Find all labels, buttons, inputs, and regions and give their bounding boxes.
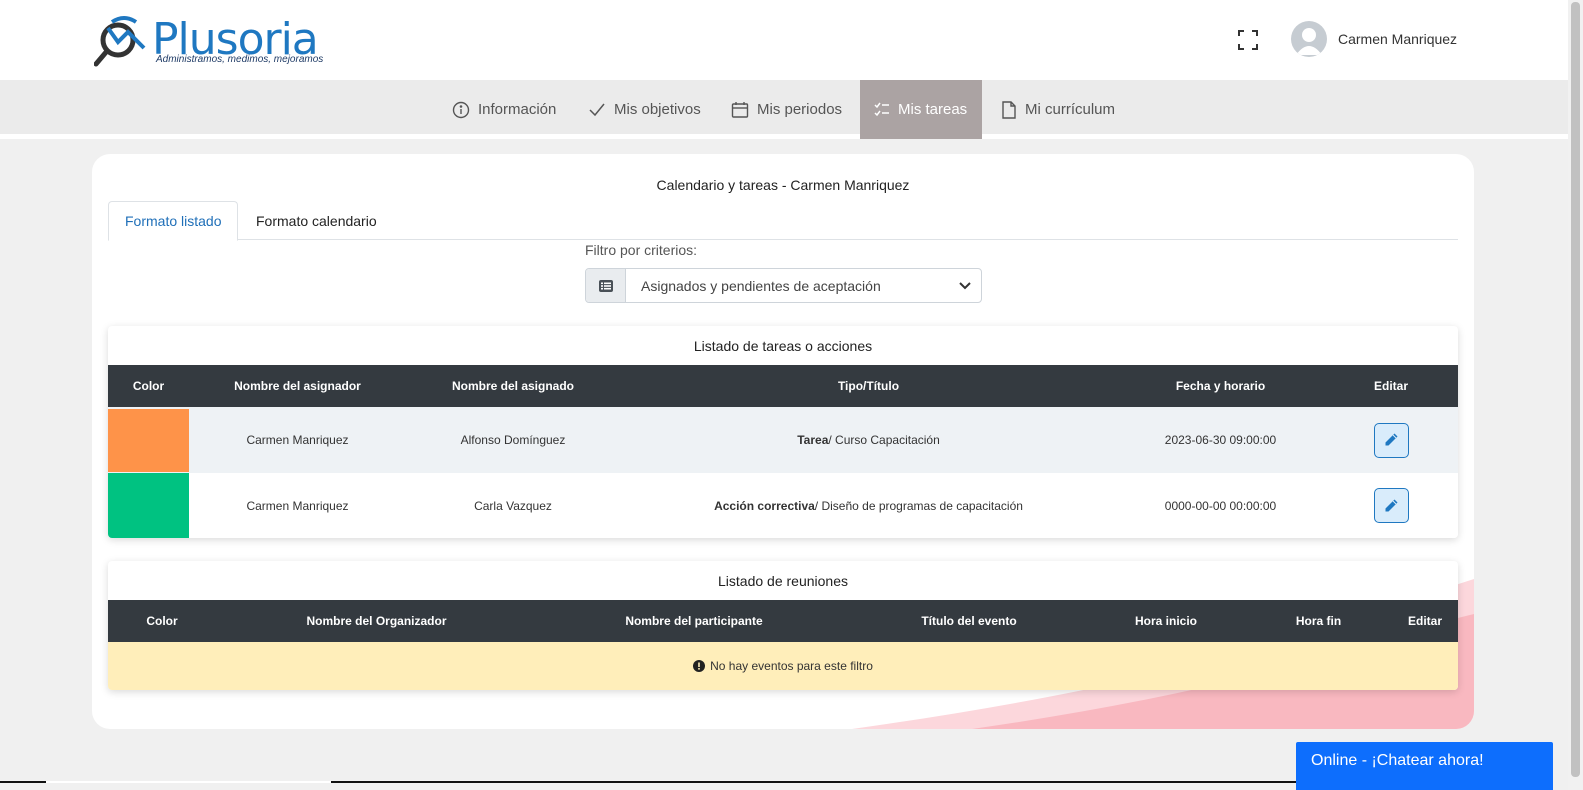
empty-events-alert: No hay eventos para este filtro	[108, 642, 1458, 690]
meetings-panel: Listado de reuniones Color Nombre del Or…	[108, 561, 1458, 690]
scrollbar-thumb[interactable]	[1571, 2, 1580, 777]
logo-tagline: Administramos, medimos, mejoramos	[156, 54, 324, 65]
color-swatch	[108, 407, 189, 473]
scrollbar[interactable]	[1568, 0, 1583, 790]
nav-label: Mis tareas	[898, 101, 968, 118]
view-tabs: Formato listado Formato calendario	[108, 201, 1458, 241]
assignee-cell: Carla Vazquez	[474, 498, 552, 513]
tab-formato-calendario[interactable]: Formato calendario	[240, 201, 393, 240]
plusoria-logo[interactable]: Plusoria Administramos, medimos, mejoram…	[94, 12, 334, 68]
nav-item-mis-periodos[interactable]: Mis periodos	[717, 80, 856, 139]
chevron-down-icon	[959, 281, 971, 289]
calendar-icon	[731, 101, 749, 118]
exclamation-circle-icon	[693, 660, 706, 672]
meetings-table-header: Color Nombre del Organizador Nombre del …	[108, 600, 1458, 642]
col-end-time: Hora fin	[1295, 614, 1342, 628]
user-name[interactable]: Carmen Manriquez	[1338, 31, 1457, 47]
tab-formato-listado[interactable]: Formato listado	[108, 201, 239, 241]
datetime-cell: 2023-06-30 09:00:00	[1164, 433, 1277, 447]
tasks-panel: Listado de tareas o acciones Color Nombr…	[108, 326, 1458, 538]
type-title-cell: Acción correctiva/ Diseño de programas d…	[620, 499, 1117, 513]
table-row: Carmen Manriquez Carla Vazquez Acción co…	[108, 473, 1458, 538]
color-swatch	[108, 473, 189, 538]
task-title: / Curso Capacitación	[828, 433, 940, 447]
filter-group: Asignados y pendientes de aceptación	[585, 268, 982, 303]
tasks-title: Listado de tareas o acciones	[693, 337, 873, 354]
document-icon	[1002, 100, 1016, 119]
col-organizer: Nombre del Organizador	[306, 614, 447, 628]
nav-item-mis-tareas[interactable]: Mis tareas	[860, 80, 982, 139]
task-title: / Diseño de programas de capacitación	[814, 498, 1023, 513]
col-datetime: Fecha y horario	[1175, 379, 1266, 393]
edit-cell	[1324, 422, 1458, 458]
bottom-line-segment	[0, 781, 46, 783]
fullscreen-button[interactable]	[1236, 28, 1260, 52]
tasks-icon	[874, 102, 889, 116]
info-icon	[452, 101, 470, 118]
col-start-time: Hora inicio	[1134, 614, 1197, 628]
page-title: Calendario y tareas - Carmen Manriquez	[656, 177, 910, 193]
avatar[interactable]	[1291, 21, 1327, 57]
datetime-cell: 0000-00-00 00:00:00	[1164, 498, 1277, 513]
assigner-cell: Carmen Manriquez	[246, 498, 349, 513]
magnifier-chart-icon	[94, 16, 146, 67]
col-assignee: Nombre del asignado	[451, 379, 575, 393]
nav-label: Información	[478, 101, 557, 118]
nav-item-mi-curriculum[interactable]: Mi currículum	[987, 80, 1129, 139]
edit-button[interactable]	[1373, 488, 1409, 523]
filter-addon	[586, 269, 626, 302]
type-title-cell: Tarea/ Curso Capacitación	[620, 433, 1117, 447]
task-type: Acción correctiva	[714, 498, 815, 513]
edit-cell	[1324, 488, 1458, 523]
col-color: Color	[132, 379, 165, 393]
filter-select[interactable]: Asignados y pendientes de aceptación	[626, 269, 981, 302]
nav-item-mis-objetivos[interactable]: Mis objetivos	[574, 80, 715, 139]
header: Plusoria Administramos, medimos, mejoram…	[0, 0, 1568, 80]
bottom-line	[0, 781, 1296, 783]
filter-label: Filtro por criterios:	[585, 242, 698, 258]
tasks-table-header: Color Nombre del asignador Nombre del as…	[108, 365, 1458, 407]
nav-label: Mis objetivos	[614, 101, 701, 118]
list-icon	[598, 279, 613, 292]
assignee-cell: Alfonso Domínguez	[460, 433, 566, 447]
calendar-tasks-card: Calendario y tareas - Carmen Manriquez F…	[92, 154, 1474, 729]
col-participant: Nombre del participante	[625, 614, 763, 628]
meetings-title: Listado de reuniones	[718, 572, 848, 589]
nav-label: Mi currículum	[1025, 101, 1116, 118]
pencil-icon	[1385, 499, 1398, 511]
assigner-cell: Carmen Manriquez	[246, 433, 349, 447]
nav-label: Mis periodos	[757, 101, 843, 118]
filter-selected-value: Asignados y pendientes de aceptación	[641, 277, 881, 294]
chat-now-button[interactable]: Online - ¡Chatear ahora!	[1296, 742, 1553, 790]
table-row: Carmen Manriquez Alfonso Domínguez Tarea…	[108, 407, 1458, 473]
task-type: Tarea	[797, 433, 829, 447]
col-assigner: Nombre del asignador	[234, 379, 361, 393]
empty-message: No hay eventos para este filtro	[710, 659, 873, 673]
nav-item-informacion[interactable]: Información	[438, 80, 570, 139]
bottom-line-segment	[331, 781, 1296, 783]
col-type-title: Tipo/Título	[837, 379, 900, 393]
fullscreen-icon	[1238, 30, 1258, 50]
col-edit: Editar	[1373, 379, 1408, 393]
col-color: Color	[146, 614, 178, 628]
pencil-icon	[1385, 433, 1398, 446]
main-nav: Información Mis objetivos Mis periodos M…	[0, 80, 1568, 139]
check-icon	[589, 103, 605, 116]
edit-button[interactable]	[1373, 422, 1409, 458]
user-silhouette-icon	[1296, 28, 1322, 55]
col-edit: Editar	[1407, 614, 1442, 628]
col-event-title: Título del evento	[921, 614, 1017, 628]
